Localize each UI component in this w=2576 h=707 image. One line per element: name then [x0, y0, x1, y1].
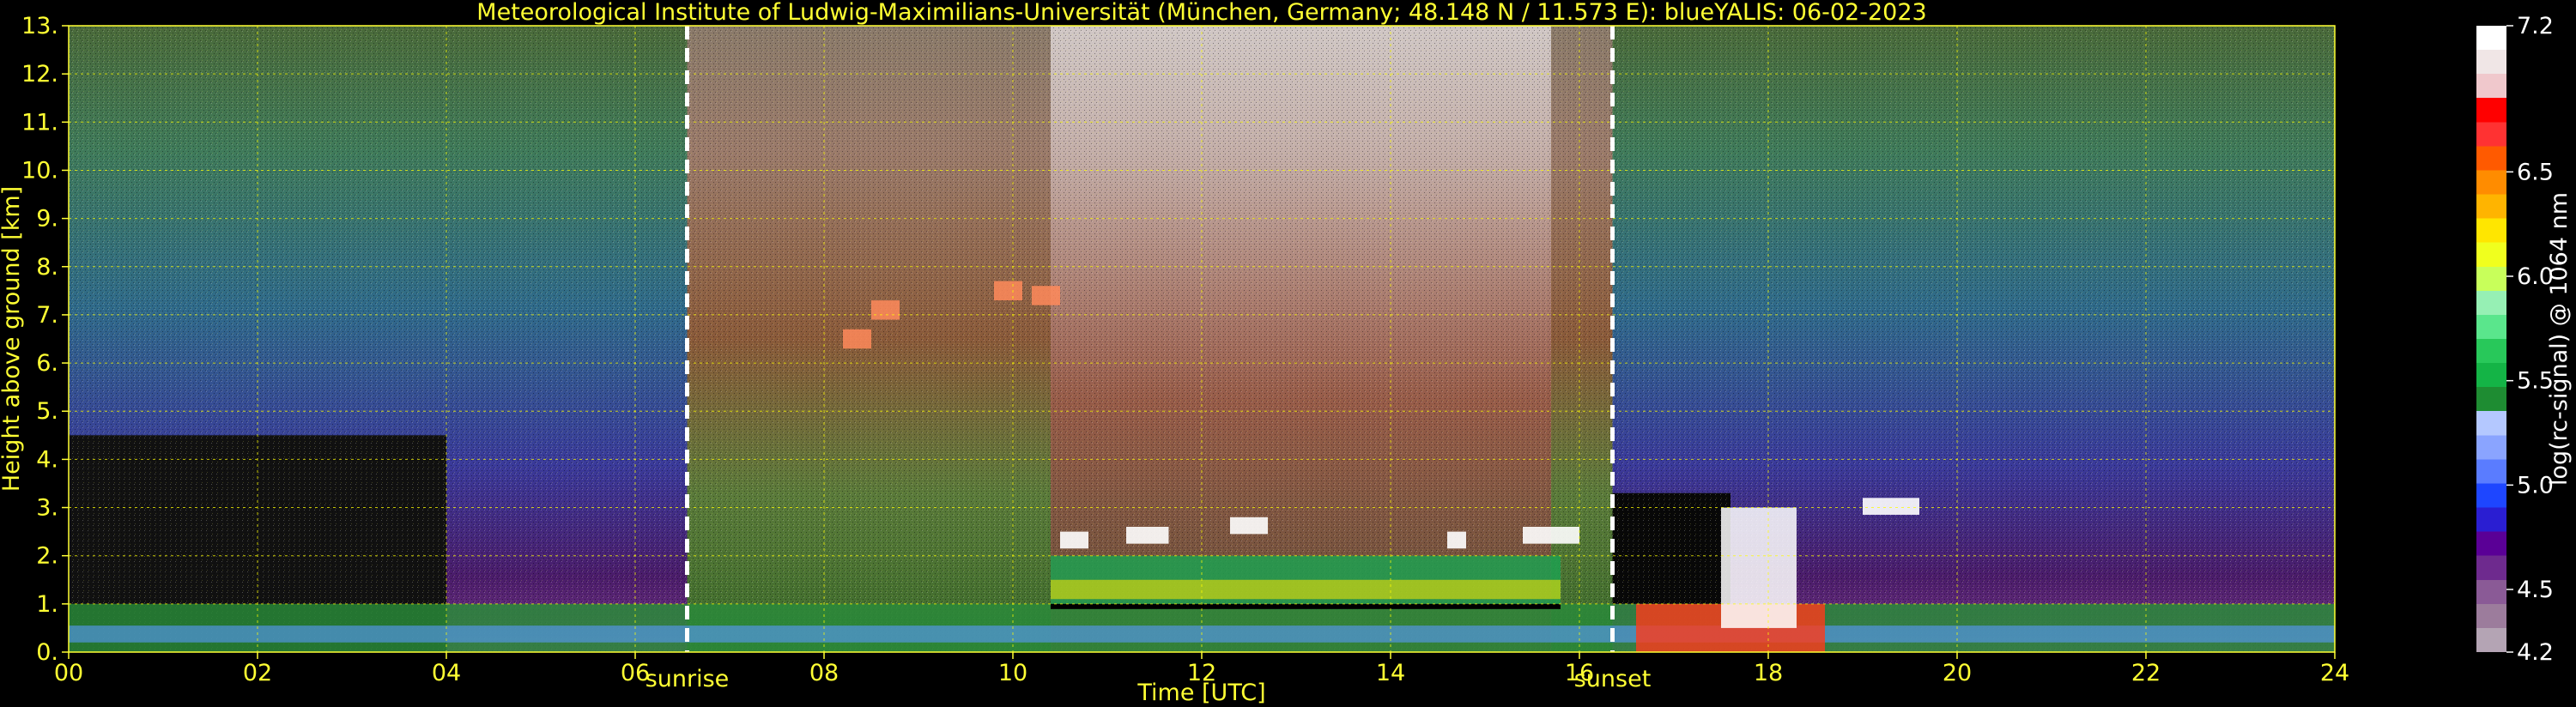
- x-tick-label: 06: [621, 660, 650, 686]
- cloud-white: [1721, 507, 1797, 628]
- y-tick-label: 10.: [21, 157, 58, 184]
- cloud-patch: [1060, 531, 1088, 549]
- sunrise-label: sunrise: [646, 666, 730, 692]
- colorbar-tick-label: 4.5: [2517, 577, 2554, 603]
- cirrus-patch: [843, 329, 871, 349]
- y-tick-label: 2.: [36, 543, 58, 570]
- x-tick-label: 08: [809, 660, 839, 686]
- y-tick-label: 11.: [21, 109, 58, 136]
- x-tick-label: 04: [432, 660, 461, 686]
- x-tick-label: 20: [1943, 660, 1972, 686]
- cloud-patch: [1447, 531, 1466, 549]
- y-tick-label: 4.: [36, 446, 58, 473]
- x-tick-label: 18: [1754, 660, 1783, 686]
- cloud-base-line: [1051, 603, 1561, 609]
- cloud-patch: [1863, 498, 1919, 515]
- y-axis-label: Height above ground [km]: [0, 186, 25, 492]
- y-tick-label: 6.: [36, 350, 58, 377]
- colorbar-tick-label: 4.2: [2517, 639, 2554, 666]
- x-tick-label: 02: [243, 660, 272, 686]
- x-axis-label: Time [UTC]: [1136, 680, 1265, 706]
- y-tick-label: 7.: [36, 302, 58, 329]
- colorbar: [2476, 26, 2506, 652]
- x-tick-label: 22: [2131, 660, 2161, 686]
- y-tick-label: 9.: [36, 206, 58, 233]
- colorbar-tick-label: 6.5: [2517, 159, 2554, 185]
- cloud-patch: [1523, 527, 1579, 544]
- y-tick-label: 3.: [36, 495, 58, 522]
- y-tick-label: 0.: [36, 639, 58, 666]
- cirrus-patch: [994, 281, 1022, 301]
- colorbar-tick-label: 7.2: [2517, 13, 2554, 39]
- y-tick-label: 1.: [36, 591, 58, 618]
- x-tick-label: 16: [1565, 660, 1594, 686]
- y-tick-label: 12.: [21, 61, 58, 88]
- y-axis-ticks: 0. 1. 2. 3. 4. 5. 6. 7. 8. 9. 10. 11. 12. 13.: [21, 13, 69, 666]
- colorbar-label: log(rc-signal) @ 1064 nm: [2546, 192, 2573, 486]
- x-tick-label: 14: [1376, 660, 1405, 686]
- y-tick-label: 13.: [21, 13, 58, 39]
- cloud-patch: [1126, 527, 1169, 544]
- y-tick-label: 5.: [36, 398, 58, 425]
- lidar-chart: sunrise sunset 00 02 04 06 08 10 12 14 16 18 20 22 24…: [0, 0, 2573, 706]
- aerosol-layer-yellow: [1051, 579, 1561, 600]
- cirrus-patch: [871, 300, 900, 320]
- x-tick-label: 10: [998, 660, 1027, 686]
- chart-title: Meteorological Institute of Ludwig-Maxim…: [476, 0, 1926, 26]
- cirrus-patch: [1032, 286, 1060, 305]
- cloud-patch: [1230, 517, 1268, 535]
- x-tick-label: 24: [2320, 660, 2349, 686]
- y-tick-label: 8.: [36, 254, 58, 281]
